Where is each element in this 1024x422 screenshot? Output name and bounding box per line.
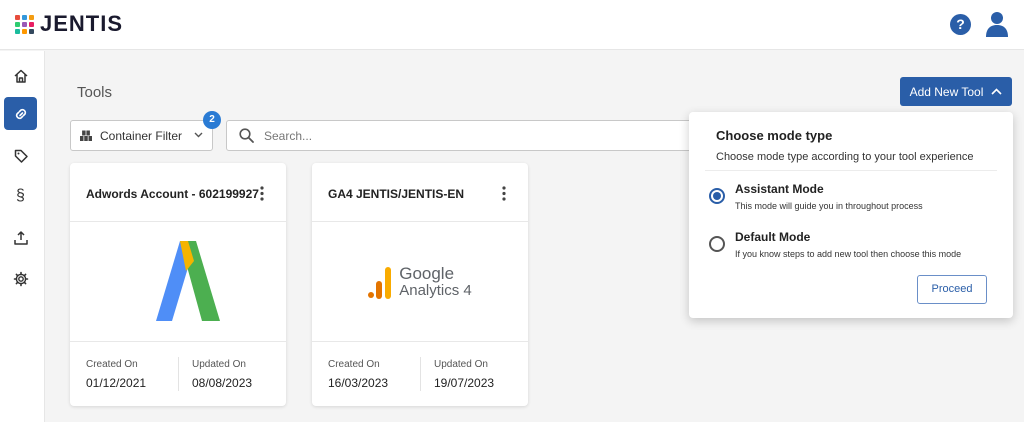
sidebar-item-home[interactable] xyxy=(4,59,37,92)
page-title: Tools xyxy=(77,84,113,101)
ga4-logo-text-google: Google xyxy=(399,263,455,283)
tool-card-title: Adwords Account - 602199927 xyxy=(86,187,259,201)
help-icon[interactable]: ? xyxy=(950,14,971,35)
sidebar-item-section[interactable]: § xyxy=(4,179,37,212)
choose-mode-dropdown: Choose mode type Choose mode type accord… xyxy=(689,112,1013,318)
updated-on-label: Updated On xyxy=(192,359,246,370)
sidebar: § xyxy=(0,51,45,422)
tag-icon xyxy=(14,149,28,163)
search-icon xyxy=(239,128,254,143)
updated-on-date: 08/08/2023 xyxy=(192,376,253,390)
mode-panel-subtitle: Choose mode type according to your tool … xyxy=(716,151,974,163)
filter-count-badge: 2 xyxy=(203,111,221,129)
assistant-mode-radio[interactable] xyxy=(709,188,725,204)
user-avatar-icon[interactable] xyxy=(986,11,1008,37)
container-filter-select[interactable]: Container Filter xyxy=(70,120,213,151)
add-new-tool-button[interactable]: Add New Tool xyxy=(900,77,1012,106)
default-mode-description: If you know steps to add new tool then c… xyxy=(735,249,962,259)
home-icon xyxy=(13,69,28,83)
created-on-date: 16/03/2023 xyxy=(328,376,389,390)
created-on-label: Created On xyxy=(328,359,380,370)
upload-icon xyxy=(13,230,28,245)
tool-card[interactable]: Adwords Account - 602199927 Created On 0… xyxy=(70,163,286,406)
updated-on-label: Updated On xyxy=(434,359,488,370)
add-new-tool-label: Add New Tool xyxy=(909,84,984,99)
card-divider xyxy=(312,341,528,342)
search-input[interactable] xyxy=(264,128,664,143)
top-bar: JENTIS ? xyxy=(0,0,1024,50)
proceed-button[interactable]: Proceed xyxy=(917,275,987,304)
mode-panel-title: Choose mode type xyxy=(716,128,833,143)
created-on-label: Created On xyxy=(86,359,138,370)
container-icon xyxy=(80,130,92,141)
default-mode-label[interactable]: Default Mode xyxy=(735,230,810,244)
default-mode-radio[interactable] xyxy=(709,236,725,252)
logo-dots-icon xyxy=(15,14,34,34)
link-icon xyxy=(15,108,26,119)
more-options-icon[interactable] xyxy=(502,186,506,201)
more-options-icon[interactable] xyxy=(260,186,264,201)
card-vertical-divider xyxy=(420,357,421,391)
sidebar-item-settings[interactable] xyxy=(4,262,37,295)
updated-on-date: 19/07/2023 xyxy=(434,376,495,390)
search-bar[interactable] xyxy=(226,120,696,151)
analytics-bars-icon xyxy=(368,266,392,299)
sidebar-item-tools[interactable] xyxy=(4,97,37,130)
section-icon: § xyxy=(16,186,25,204)
card-divider xyxy=(70,341,286,342)
assistant-mode-label[interactable]: Assistant Mode xyxy=(735,182,824,196)
jentis-logo[interactable]: JENTIS xyxy=(15,11,124,36)
brand-name: JENTIS xyxy=(40,11,124,36)
google-ads-logo xyxy=(70,222,286,341)
assistant-mode-description: This mode will guide you in throughout p… xyxy=(735,201,923,211)
tool-card[interactable]: GA4 JENTIS/JENTIS-EN Google Analytics 4 … xyxy=(312,163,528,406)
google-analytics-4-logo: Google Analytics 4 xyxy=(312,222,528,341)
sidebar-item-tags[interactable] xyxy=(4,139,37,172)
container-filter-label: Container Filter xyxy=(100,128,183,143)
created-on-date: 01/12/2021 xyxy=(86,376,147,390)
tool-card-title: GA4 JENTIS/JENTIS-EN xyxy=(328,187,465,201)
chevron-down-icon xyxy=(194,132,203,138)
chevron-up-icon xyxy=(991,88,1002,95)
card-vertical-divider xyxy=(178,357,179,391)
gear-icon xyxy=(13,271,28,286)
sidebar-item-upload[interactable] xyxy=(4,221,37,254)
ga4-logo-text-analytics: Analytics 4 xyxy=(399,281,472,299)
mode-panel-divider xyxy=(705,170,997,171)
